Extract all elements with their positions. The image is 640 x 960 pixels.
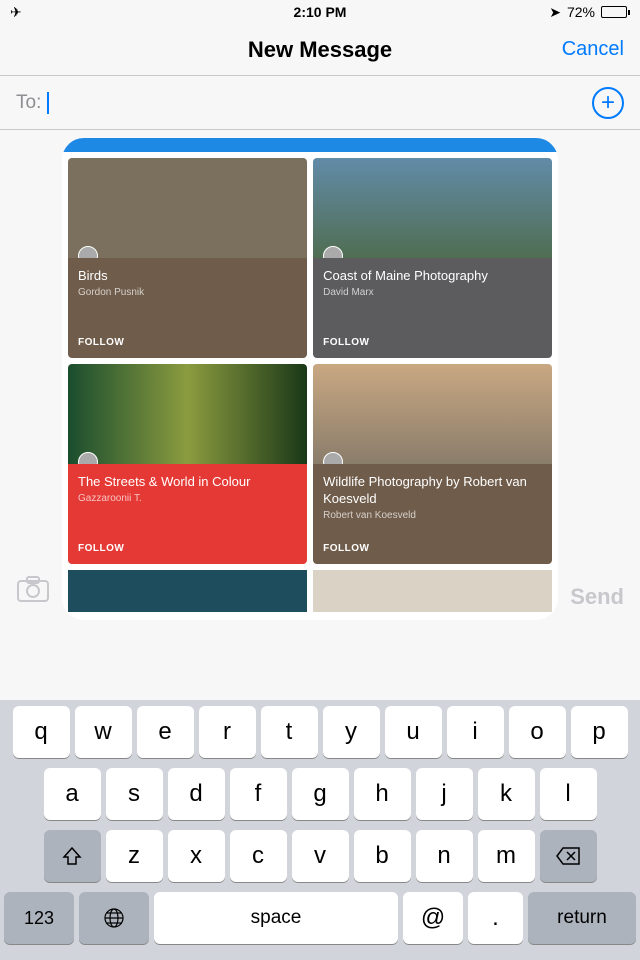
- airplane-icon: ✈︎: [10, 4, 22, 21]
- follow-button: FOLLOW: [78, 543, 124, 554]
- to-label: To:: [16, 92, 41, 114]
- to-row: To: +: [0, 76, 640, 130]
- key-c[interactable]: c: [230, 830, 287, 882]
- battery-percent: 72%: [567, 4, 595, 20]
- key-h[interactable]: h: [354, 768, 411, 820]
- key-row-2: asdfghjkl: [4, 768, 636, 820]
- card-title: Birds: [78, 268, 297, 285]
- card-coast: Coast of Maine Photography David Marx FO…: [313, 158, 552, 358]
- follow-button: FOLLOW: [323, 543, 369, 554]
- at-key[interactable]: @: [403, 892, 463, 944]
- add-contact-button[interactable]: +: [592, 87, 624, 119]
- key-k[interactable]: k: [478, 768, 535, 820]
- key-j[interactable]: j: [416, 768, 473, 820]
- key-y[interactable]: y: [323, 706, 380, 758]
- key-z[interactable]: z: [106, 830, 163, 882]
- key-b[interactable]: b: [354, 830, 411, 882]
- card-title: The Streets & World in Colour: [78, 474, 297, 491]
- key-x[interactable]: x: [168, 830, 225, 882]
- key-l[interactable]: l: [540, 768, 597, 820]
- key-e[interactable]: e: [137, 706, 194, 758]
- card-author: Gazzaroonii T.: [78, 493, 297, 504]
- card-streets: The Streets & World in Colour Gazzarooni…: [68, 364, 307, 564]
- page-title: New Message: [248, 37, 392, 63]
- key-n[interactable]: n: [416, 830, 473, 882]
- card-title: Wildlife Photography by Robert van Koesv…: [323, 474, 542, 508]
- card-author: David Marx: [323, 287, 542, 298]
- key-row-1: qwertyuiop: [4, 706, 636, 758]
- key-row-3: zxcvbnm: [4, 830, 636, 882]
- key-i[interactable]: i: [447, 706, 504, 758]
- nav-bar: New Message Cancel: [0, 24, 640, 76]
- key-v[interactable]: v: [292, 830, 349, 882]
- key-q[interactable]: q: [13, 706, 70, 758]
- camera-button[interactable]: [16, 573, 50, 620]
- delete-key[interactable]: [540, 830, 597, 882]
- key-w[interactable]: w: [75, 706, 132, 758]
- cancel-button[interactable]: Cancel: [562, 38, 624, 61]
- status-time: 2:10 PM: [294, 4, 347, 20]
- to-input[interactable]: [49, 92, 592, 113]
- card-author: Gordon Pusnik: [78, 287, 297, 298]
- follow-button: FOLLOW: [323, 337, 369, 348]
- space-key[interactable]: space: [154, 892, 398, 944]
- status-bar: ✈︎ 2:10 PM ➤ 72%: [0, 0, 640, 24]
- key-g[interactable]: g: [292, 768, 349, 820]
- key-p[interactable]: p: [571, 706, 628, 758]
- key-t[interactable]: t: [261, 706, 318, 758]
- battery-icon: [601, 6, 630, 18]
- attachment-preview[interactable]: Birds Gordon Pusnik FOLLOW Coast of Main…: [62, 138, 558, 620]
- key-m[interactable]: m: [478, 830, 535, 882]
- key-a[interactable]: a: [44, 768, 101, 820]
- shift-key[interactable]: [44, 830, 101, 882]
- key-u[interactable]: u: [385, 706, 442, 758]
- key-f[interactable]: f: [230, 768, 287, 820]
- key-s[interactable]: s: [106, 768, 163, 820]
- card-author: Robert van Koesveld: [323, 510, 542, 521]
- key-o[interactable]: o: [509, 706, 566, 758]
- return-key[interactable]: return: [528, 892, 636, 944]
- globe-key[interactable]: [79, 892, 149, 944]
- key-r[interactable]: r: [199, 706, 256, 758]
- location-icon: ➤: [549, 4, 561, 21]
- follow-button: FOLLOW: [78, 337, 124, 348]
- numbers-key[interactable]: 123: [4, 892, 74, 944]
- card-birds: Birds Gordon Pusnik FOLLOW: [68, 158, 307, 358]
- key-d[interactable]: d: [168, 768, 225, 820]
- dot-key[interactable]: .: [468, 892, 523, 944]
- send-button[interactable]: Send: [570, 584, 624, 620]
- keyboard: qwertyuiop asdfghjkl zxcvbnm 123 space @…: [0, 700, 640, 960]
- card-title: Coast of Maine Photography: [323, 268, 542, 285]
- card-wildlife: Wildlife Photography by Robert van Koesv…: [313, 364, 552, 564]
